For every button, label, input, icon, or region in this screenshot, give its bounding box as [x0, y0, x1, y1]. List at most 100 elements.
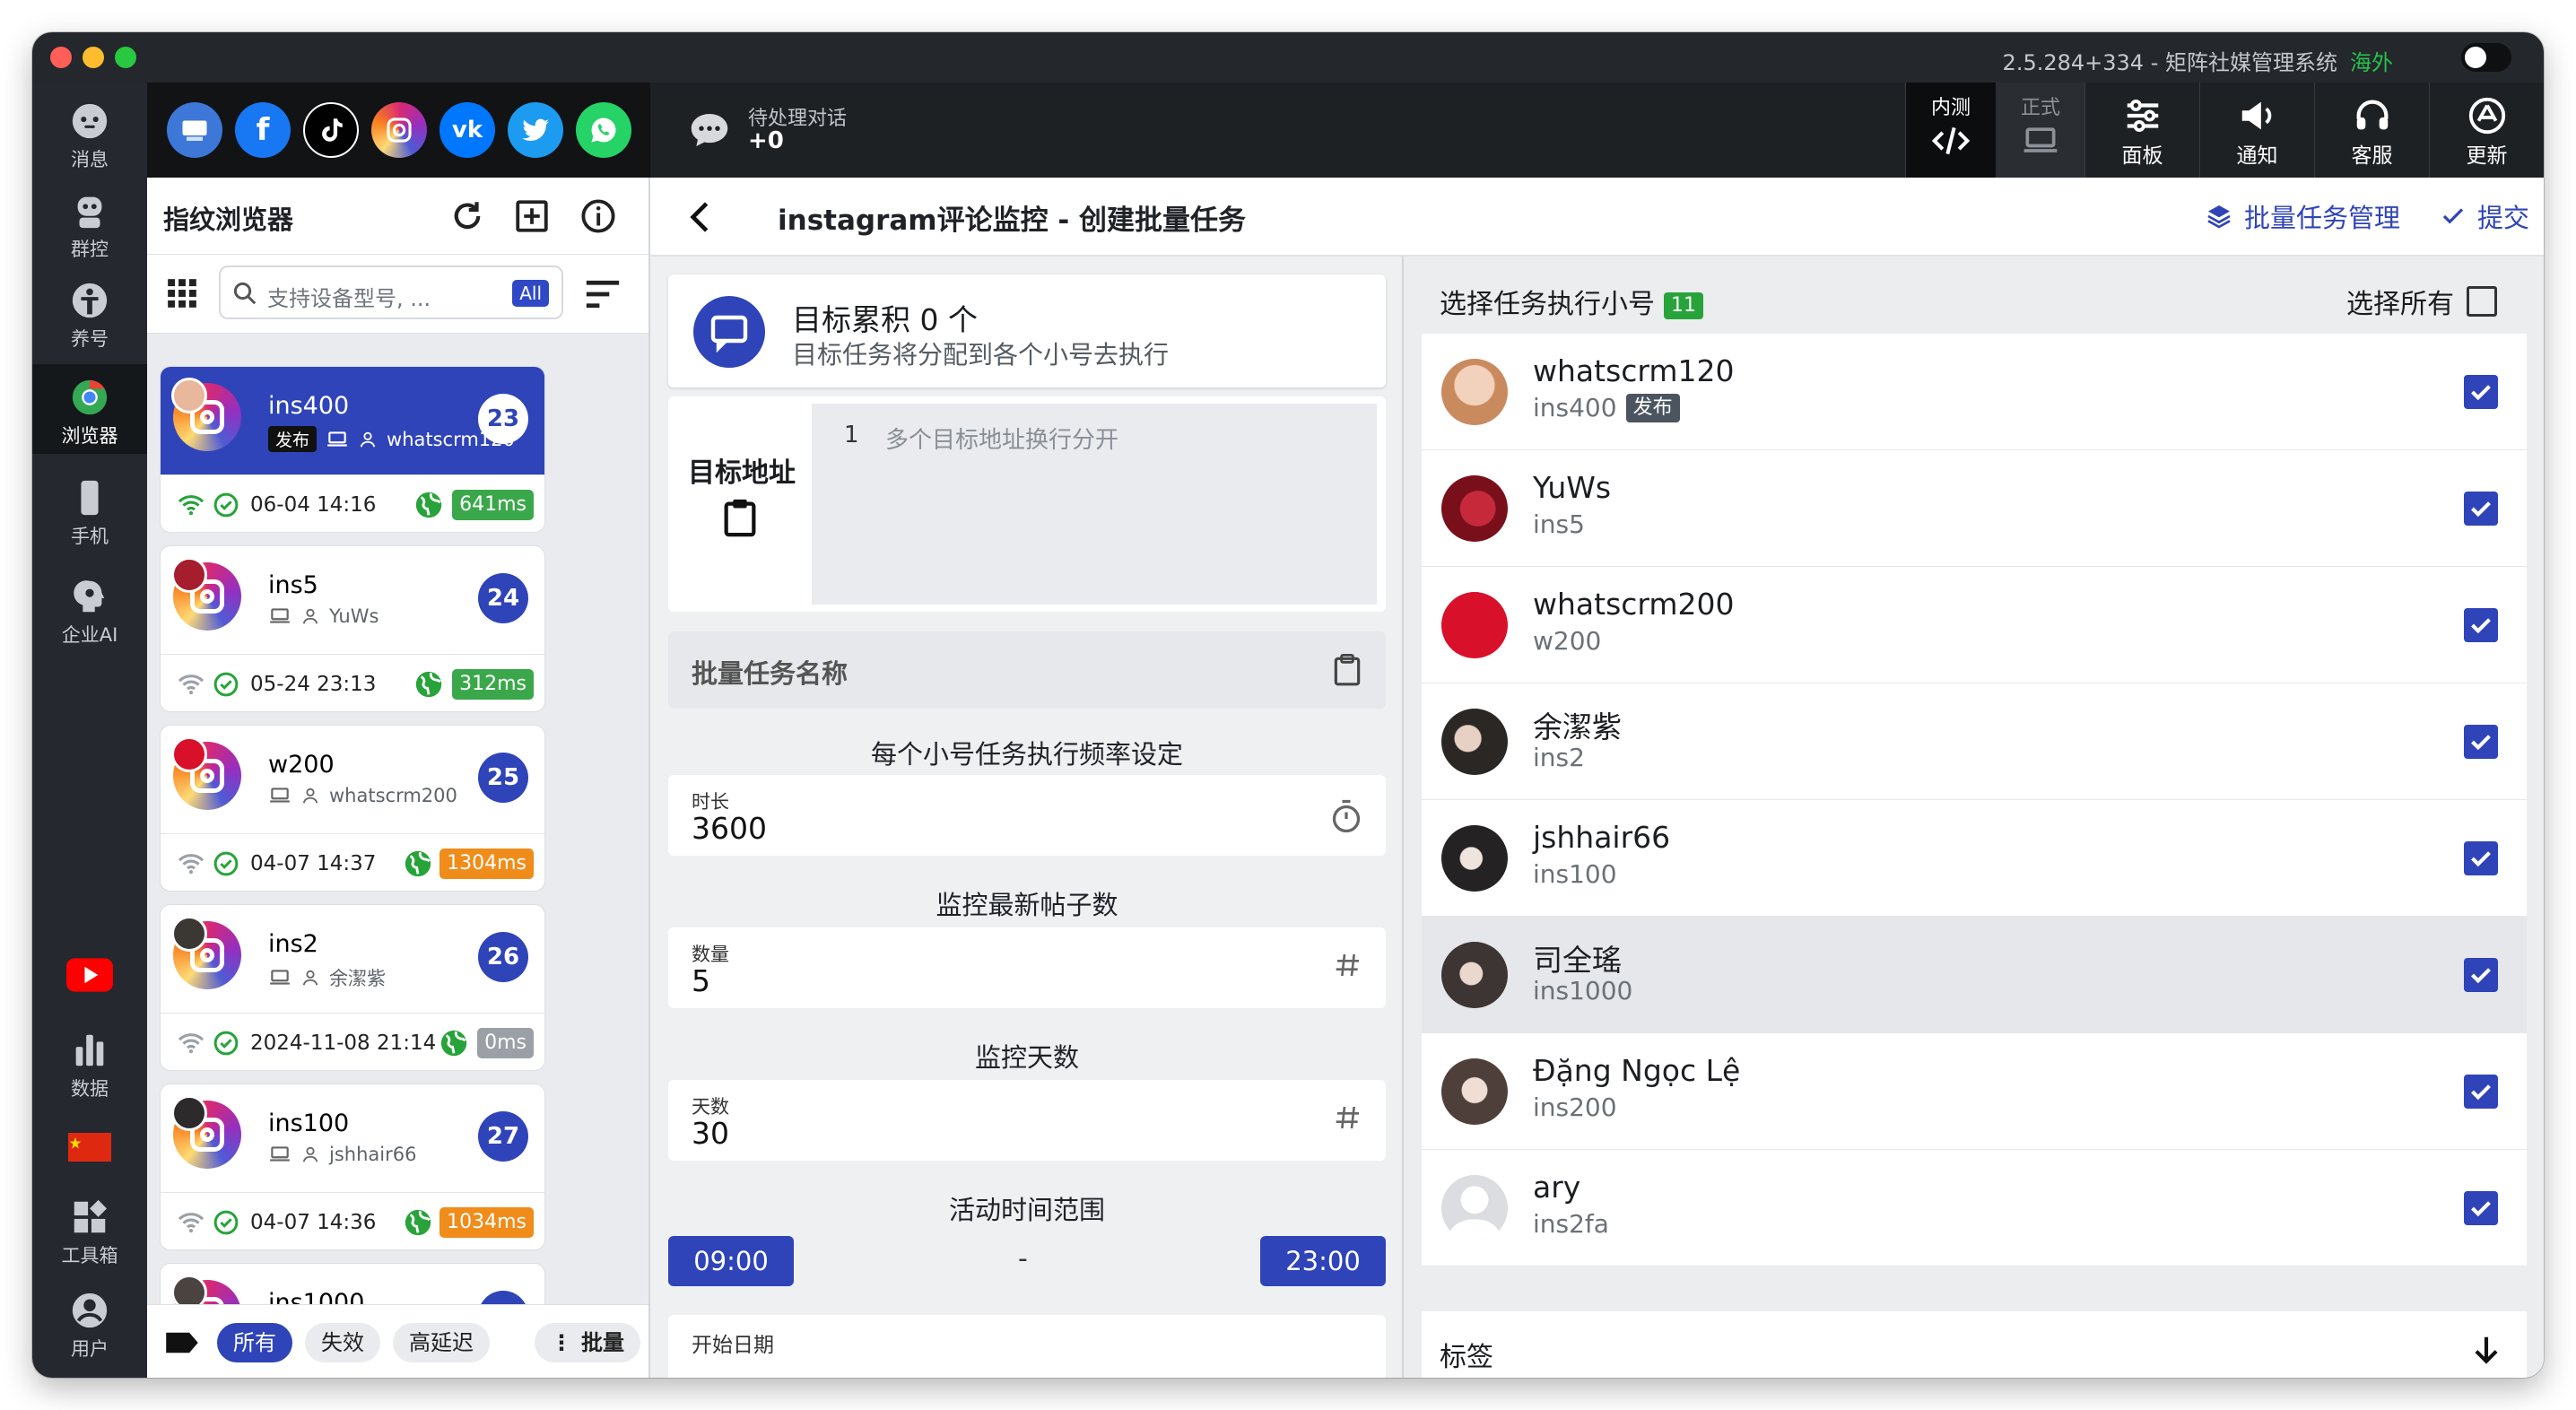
grid-icon[interactable]: [165, 276, 199, 310]
close-window-button[interactable]: [50, 47, 72, 68]
hash-icon: [1336, 953, 1359, 977]
target-address-field: 目标地址 1 多个目标地址换行分开: [668, 396, 1386, 612]
dashboard-tools-icon: [74, 1199, 108, 1233]
account-selection-header: 选择任务执行小号 11 选择所有: [1404, 257, 2544, 337]
minimize-window-button[interactable]: [83, 47, 104, 68]
refresh-icon[interactable]: [448, 197, 486, 235]
target-address-textarea[interactable]: 1 多个目标地址换行分开: [812, 404, 1377, 605]
start-date-field[interactable]: 开始日期: [668, 1315, 1386, 1378]
rail-item-user[interactable]: 用户: [32, 1284, 147, 1362]
account-checkbox[interactable]: [2464, 1075, 2498, 1109]
clipboard-icon[interactable]: [1332, 653, 1362, 687]
pending-value: +0: [748, 127, 784, 154]
account-row[interactable]: ary ins2fa: [1422, 1150, 2527, 1266]
add-box-icon[interactable]: [513, 197, 551, 235]
tag-select[interactable]: 标签: [1422, 1311, 2527, 1378]
rail-item-phone[interactable]: 手机: [32, 472, 147, 549]
profile-card[interactable]: w200 whatscrm200 25 04-07 14:37 1304ms: [160, 725, 545, 892]
profile-user: jshhair66: [329, 1144, 417, 1165]
batch-task-name-input[interactable]: 批量任务名称: [668, 631, 1386, 709]
select-all-checkbox[interactable]: [2467, 286, 2497, 317]
account-checkbox[interactable]: [2464, 492, 2498, 526]
days-field[interactable]: 天数 30: [668, 1080, 1386, 1161]
profile-card[interactable]: ins400 发布 whatscrm120 23 06-04 14:16 641m…: [160, 366, 545, 533]
rail-item-messages[interactable]: 消息: [32, 95, 147, 172]
tiktok-icon[interactable]: [303, 102, 359, 158]
filter-all[interactable]: 所有: [217, 1323, 292, 1362]
filter-invalid[interactable]: 失效: [305, 1323, 380, 1362]
account-row[interactable]: YuWs ins5: [1422, 450, 2527, 567]
avatar: [1441, 942, 1508, 1008]
wifi-icon: [178, 1213, 205, 1233]
wifi-icon: [178, 495, 205, 516]
check-icon: [2471, 968, 2491, 984]
profile-card[interactable]: ins5 YuWs 24 05-24 23:13 312ms: [160, 545, 545, 712]
post-count-field[interactable]: 数量 5: [668, 927, 1386, 1008]
rail-item-nurture[interactable]: 养号: [32, 274, 147, 352]
window-title: 2.5.284+334 - 矩阵社媒管理系统 海外: [2003, 45, 2393, 76]
account-checkbox[interactable]: [2464, 608, 2498, 642]
batch-button[interactable]: ⋮ 批量: [535, 1323, 640, 1362]
account-handle: ins200: [1533, 1092, 1617, 1122]
rail-item-toolbox[interactable]: 工具箱: [32, 1191, 147, 1268]
account-checkbox[interactable]: [2464, 958, 2498, 992]
support-button[interactable]: 客服: [2314, 83, 2429, 178]
account-handle: ins400: [1533, 393, 1617, 422]
vk-icon[interactable]: vk: [439, 102, 495, 158]
account-row[interactable]: jshhair66 ins100: [1422, 800, 2527, 917]
label-icon[interactable]: [163, 1328, 201, 1357]
batch-task-manage-link[interactable]: 批量任务管理: [2205, 197, 2400, 235]
info-icon[interactable]: [579, 197, 617, 235]
account-row[interactable]: whatscrm200 w200: [1422, 567, 2527, 683]
panel-button[interactable]: 面板: [2084, 83, 2199, 178]
filter-high-latency[interactable]: 高延迟: [393, 1323, 490, 1362]
profile-card[interactable]: ins1000 28: [160, 1263, 545, 1304]
title-bar: 2.5.284+334 - 矩阵社媒管理系统 海外: [32, 32, 2544, 83]
search-scope-chip[interactable]: All: [512, 280, 549, 307]
account-row[interactable]: 余潔紫 ins2: [1422, 683, 2527, 800]
account-checkbox[interactable]: [2464, 1191, 2498, 1225]
back-arrow-icon[interactable]: [683, 199, 718, 235]
start-time-button[interactable]: 09:00: [668, 1236, 794, 1286]
rail-item-youtube[interactable]: [32, 953, 147, 1006]
maximize-window-button[interactable]: [115, 47, 136, 68]
account-row[interactable]: 司全瑤 ins1000: [1422, 917, 2527, 1033]
rail-item-group-control[interactable]: 群控: [32, 185, 147, 262]
account-checkbox[interactable]: [2464, 841, 2498, 875]
end-time-button[interactable]: 23:00: [1260, 1236, 1386, 1286]
account-row[interactable]: whatscrm120 ins400 发布: [1422, 334, 2527, 450]
select-all-label: 选择所有: [2346, 289, 2454, 320]
env-test-button[interactable]: 内测: [1906, 83, 1996, 178]
whatsapp-icon[interactable]: [576, 102, 631, 158]
select-all-toggle[interactable]: 选择所有: [2346, 282, 2497, 321]
social-platform-bar: f vk: [147, 83, 650, 178]
account-checkbox[interactable]: [2464, 725, 2498, 759]
laptop-icon: [270, 788, 290, 803]
twitter-icon[interactable]: [508, 102, 563, 158]
rail-item-data[interactable]: 数据: [32, 1024, 147, 1101]
rail-label: 用户: [71, 1338, 109, 1360]
desktop-app-icon[interactable]: [167, 102, 222, 158]
account-row[interactable]: Đặng Ngọc Lệ ins200: [1422, 1033, 2527, 1150]
globe-icon: [405, 850, 431, 877]
profile-card[interactable]: ins100 jshhair66 27 04-07 14:36 1034ms: [160, 1084, 545, 1250]
account-checkbox[interactable]: [2464, 375, 2498, 409]
update-button[interactable]: 更新: [2429, 83, 2544, 178]
submit-button[interactable]: 提交: [2440, 197, 2529, 235]
rail-item-enterprise-ai[interactable]: 企业AI: [32, 570, 147, 648]
sort-icon[interactable]: [583, 276, 622, 312]
env-prod-button[interactable]: 正式: [1996, 83, 2085, 178]
profile-number-badge: 26: [478, 932, 528, 982]
rail-item-browser[interactable]: 浏览器: [32, 364, 147, 454]
app-store-icon: [2468, 97, 2505, 135]
facebook-icon[interactable]: f: [235, 102, 291, 158]
profile-card[interactable]: ins2 余潔紫 26 2024-11-08 21:14 0ms: [160, 904, 545, 1071]
duration-field[interactable]: 时长 3600: [668, 775, 1386, 856]
instagram-icon[interactable]: [371, 102, 427, 158]
theme-toggle[interactable]: [2461, 43, 2511, 72]
clipboard-icon[interactable]: [722, 497, 758, 538]
rail-item-language[interactable]: [32, 1128, 147, 1173]
notify-button[interactable]: 通知: [2199, 83, 2314, 178]
laptop-icon: [270, 608, 290, 623]
search-input[interactable]: 支持设备型号, ... All: [219, 265, 563, 319]
